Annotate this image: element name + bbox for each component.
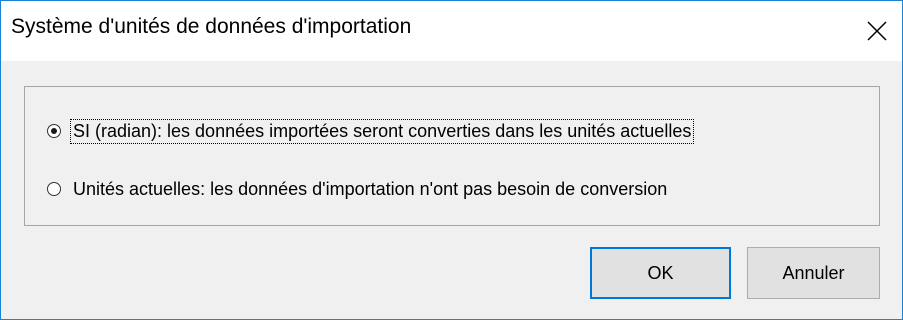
cancel-button[interactable]: Annuler: [747, 247, 880, 299]
radio-label-current-units[interactable]: Unités actuelles: les données d'importat…: [71, 178, 669, 201]
radio-label-si[interactable]: SI (radian): les données importées seron…: [69, 118, 695, 144]
radio-option-si[interactable]: SI (radian): les données importées seron…: [47, 117, 695, 145]
unit-options-group: SI (radian): les données importées seron…: [24, 86, 880, 226]
close-button[interactable]: [852, 1, 902, 61]
import-units-dialog: Système d'unités de données d'importatio…: [0, 0, 903, 320]
close-icon: [867, 21, 887, 41]
radio-option-current-units[interactable]: Unités actuelles: les données d'importat…: [47, 175, 669, 203]
radio-button-si[interactable]: [47, 124, 61, 138]
ok-button[interactable]: OK: [590, 247, 731, 299]
title-bar: Système d'unités de données d'importatio…: [1, 1, 902, 61]
dialog-title: Système d'unités de données d'importatio…: [11, 15, 412, 38]
radio-button-current-units[interactable]: [47, 182, 61, 196]
